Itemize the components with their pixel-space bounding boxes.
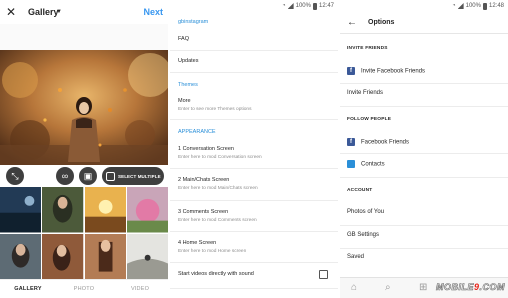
section-appearance: APPEARANCE (178, 129, 216, 135)
tab-photo[interactable]: PHOTO (56, 280, 112, 298)
contacts-icon (347, 160, 355, 168)
crop-icon[interactable]: ⤡ (6, 167, 24, 185)
signal-icon (287, 3, 294, 9)
watermark-text: MOBILE (435, 282, 474, 293)
add-icon[interactable]: ⊞ (419, 282, 427, 294)
tab-video[interactable]: VIDEO (112, 280, 168, 298)
contacts-item[interactable]: Contacts (347, 160, 385, 168)
gallery-thumbnail[interactable] (0, 187, 42, 233)
gallery-thumbnail[interactable] (126, 233, 168, 280)
divider (340, 153, 508, 154)
home-icon[interactable]: ⌂ (351, 282, 357, 294)
wifi-icon: ◔ (452, 3, 456, 9)
gallery-title[interactable]: Gallery (28, 5, 59, 19)
wifi-icon: ◔ (282, 3, 286, 9)
gallery-thumbnail[interactable] (84, 233, 126, 280)
video-sound-checkbox[interactable] (319, 270, 328, 279)
gallery-thumbnail[interactable] (42, 233, 84, 280)
invite-facebook-friends-label: Invite Facebook Friends (361, 68, 426, 75)
gallery-tools-bar: ⤡ ∞ ▣ SELECT MULTIPLE (0, 165, 168, 187)
comments-screen-subtitle: Enter here to mod Comments screen (178, 218, 257, 223)
facebook-friends-label: Facebook Friends (361, 139, 410, 146)
gallery-thumbnail-grid (0, 187, 168, 279)
tab-gallery[interactable]: GALLERY (0, 280, 56, 298)
divider (340, 248, 508, 249)
photos-of-you-item[interactable]: Photos of You (347, 209, 384, 215)
gallery-screen: ✕ Gallery ▼ Next ⤡ ∞ ▣ SELECT MULTIPLE G… (0, 0, 168, 298)
divider (170, 119, 338, 120)
options-screen: ◔ 100% 12:48 ← Options INVITE FRIENDS fI… (340, 0, 508, 298)
conversation-screen-title[interactable]: 1 Conversation Screen (178, 146, 234, 152)
more-item-title[interactable]: More (178, 98, 191, 104)
section-follow-people: FOLLOW PEOPLE (347, 117, 392, 122)
battery-percent: 100% (295, 3, 311, 9)
chevron-down-icon[interactable]: ▼ (56, 5, 62, 19)
more-item-subtitle: Enter to see more Themes options (178, 107, 252, 112)
battery-icon (482, 2, 487, 10)
divider (170, 200, 338, 201)
gallery-thumbnail[interactable] (0, 233, 42, 280)
divider (340, 83, 508, 84)
layout-icon[interactable]: ▣ (79, 167, 97, 185)
divider (170, 262, 338, 263)
page-title: Options (368, 19, 395, 26)
signal-icon (457, 3, 464, 9)
status-bar: ◔ 100% 12:48 (340, 0, 508, 12)
status-bar: ◔ 100% 12:47 (170, 0, 338, 12)
conversation-screen-subtitle: Enter here to mod Conversation screen (178, 155, 262, 160)
selected-photo-preview[interactable] (0, 50, 168, 165)
contacts-label: Contacts (361, 161, 385, 168)
gallery-tab-bar: GALLERY PHOTO VIDEO (0, 279, 168, 298)
watermark-logo: MOBILE9.COM (436, 281, 505, 294)
facebook-icon: f (347, 67, 355, 75)
back-arrow-icon[interactable]: ← (347, 16, 357, 30)
status-time: 12:47 (318, 3, 334, 9)
battery-percent: 100% (465, 3, 481, 9)
section-invite-friends: INVITE FRIENDS (347, 46, 388, 51)
close-icon[interactable]: ✕ (6, 5, 18, 19)
gallery-thumbnail[interactable] (42, 187, 84, 233)
search-icon[interactable]: ⌕ (385, 282, 391, 294)
select-multiple-label: SELECT MULTIPLE (118, 173, 161, 179)
watermark-domain: .COM (479, 282, 505, 293)
home-screen-subtitle: Enter here to mod Home screen (178, 249, 247, 254)
gallery-thumbnail[interactable] (84, 187, 126, 233)
select-multiple-button[interactable]: SELECT MULTIPLE (102, 167, 164, 185)
invite-facebook-friends-item[interactable]: f Invite Facebook Friends (347, 67, 425, 75)
gb-settings-screen: ◔ 100% 12:47 gbinstagram FAQ Updates The… (170, 0, 338, 298)
facebook-friends-item[interactable]: f Facebook Friends (347, 138, 409, 146)
next-button[interactable]: Next (143, 5, 163, 19)
gallery-top-bar: ✕ Gallery ▼ Next (0, 0, 168, 24)
gallery-thumbnail[interactable] (126, 187, 168, 233)
gb-settings-item[interactable]: GB Settings (347, 232, 379, 238)
infinity-icon[interactable]: ∞ (56, 167, 74, 185)
divider (340, 225, 508, 226)
saved-item[interactable]: Saved (347, 254, 364, 260)
section-gbinstagram: gbinstagram (178, 19, 209, 25)
video-sound-label: Start videos directly with sound (178, 271, 254, 277)
divider (170, 72, 338, 73)
options-header: ← Options (340, 12, 508, 34)
gallery-spacer (0, 24, 168, 50)
main-chats-screen-title[interactable]: 2 Main/Chats Screen (178, 177, 229, 183)
battery-icon (312, 2, 317, 10)
invite-friends-item[interactable]: Invite Friends (347, 90, 383, 96)
home-screen-title[interactable]: 4 Home Screen (178, 240, 216, 246)
section-account: ACCOUNT (347, 188, 373, 193)
divider (170, 168, 338, 169)
divider (340, 177, 508, 178)
faq-item[interactable]: FAQ (178, 36, 189, 42)
updates-item[interactable]: Updates (178, 58, 199, 64)
status-time: 12:48 (488, 3, 504, 9)
section-themes: Themes (178, 82, 198, 88)
divider (170, 288, 338, 289)
divider (170, 231, 338, 232)
divider (340, 106, 508, 107)
select-multiple-icon (106, 171, 115, 181)
facebook-icon: f (347, 138, 355, 146)
comments-screen-title[interactable]: 3 Comments Screen (178, 209, 228, 215)
divider (170, 50, 338, 51)
main-chats-screen-subtitle: Enter here to mod Main/Chats screen (178, 186, 258, 191)
